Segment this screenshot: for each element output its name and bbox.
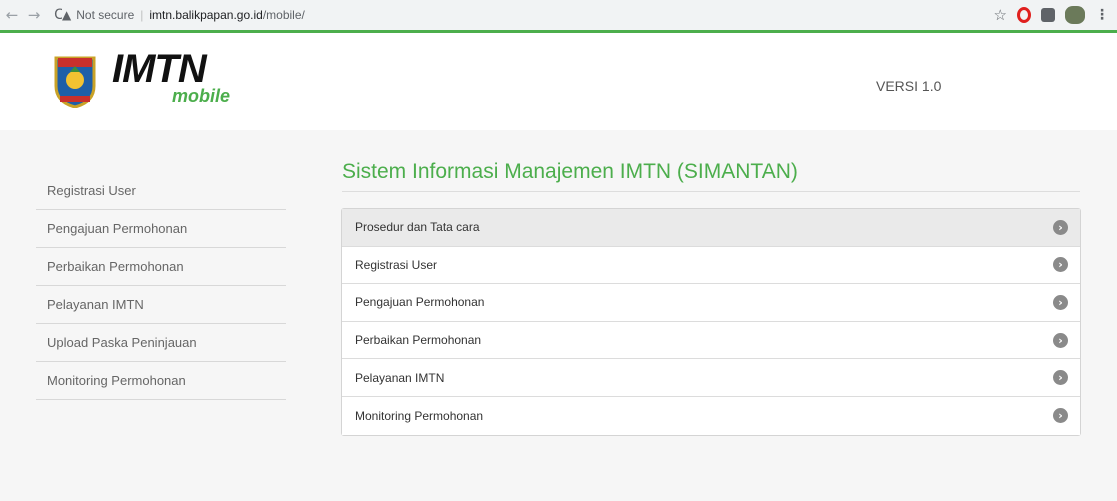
sidebar-item-monitoring-permohonan[interactable]: Monitoring Permohonan xyxy=(36,362,286,400)
logo-subtitle: mobile xyxy=(172,86,231,106)
chevron-right-icon: › xyxy=(1053,294,1068,310)
list-item-label: Registrasi User xyxy=(355,257,438,272)
sidebar-item-perbaikan-permohonan[interactable]: Perbaikan Permohonan xyxy=(36,248,286,286)
list-item-label: Perbaikan Permohonan xyxy=(355,333,482,348)
chevron-right-icon: › xyxy=(1053,257,1068,273)
sidebar-item-pengajuan-permohonan[interactable]: Pengajuan Permohonan xyxy=(36,210,286,248)
sidebar-item-label: Pengajuan Permohonan xyxy=(47,221,188,236)
profile-avatar[interactable] xyxy=(1065,6,1085,24)
menu-list: Prosedur dan Tata cara › Registrasi User… xyxy=(341,208,1081,436)
security-label[interactable]: Not secure xyxy=(76,8,134,22)
opera-extension-icon[interactable] xyxy=(1017,7,1031,23)
list-item-label: Pelayanan IMTN xyxy=(355,370,445,385)
warning-icon[interactable]: ▲ xyxy=(62,8,71,22)
sidebar-menu: Registrasi User Pengajuan Permohonan Per… xyxy=(36,172,286,400)
sidebar-item-label: Upload Paska Peninjauan xyxy=(47,335,197,350)
browser-toolbar: ← → C ▲ Not secure | imtn.balikpapan.go.… xyxy=(0,0,1117,30)
forward-arrow-icon[interactable]: → xyxy=(26,6,42,24)
sidebar-item-upload-paska-peninjauan[interactable]: Upload Paska Peninjauan xyxy=(36,324,286,362)
browser-menu-icon[interactable]: ⋮ xyxy=(1095,7,1109,23)
list-item-label: Prosedur dan Tata cara xyxy=(355,220,480,235)
sidebar-item-pelayanan-imtn[interactable]: Pelayanan IMTN xyxy=(36,286,286,324)
list-item-pelayanan-imtn[interactable]: Pelayanan IMTN › xyxy=(342,359,1080,397)
address-bar[interactable]: ▲ Not secure | imtn.balikpapan.go.id/mob… xyxy=(62,4,972,26)
city-seal-icon xyxy=(54,56,96,108)
bookmark-star-icon[interactable]: ☆ xyxy=(994,6,1007,24)
chevron-right-icon: › xyxy=(1053,370,1068,386)
list-item-label: Pengajuan Permohonan xyxy=(355,295,485,310)
sidebar-item-label: Pelayanan IMTN xyxy=(47,297,144,312)
list-item-monitoring-permohonan[interactable]: Monitoring Permohonan › xyxy=(342,396,1080,435)
extensions-puzzle-icon[interactable] xyxy=(1041,8,1055,22)
page-title: Sistem Informasi Manajemen IMTN (SIMANTA… xyxy=(342,160,798,183)
list-item-label: Monitoring Permohonan xyxy=(355,408,484,423)
address-separator: | xyxy=(140,8,144,22)
list-item-prosedur[interactable]: Prosedur dan Tata cara › xyxy=(342,209,1080,247)
list-item-perbaikan-permohonan[interactable]: Perbaikan Permohonan › xyxy=(342,321,1080,360)
list-item-registrasi-user[interactable]: Registrasi User › xyxy=(342,246,1080,285)
version-label: VERSI 1.0 xyxy=(876,78,942,94)
title-divider xyxy=(342,191,1080,192)
chevron-right-icon: › xyxy=(1053,408,1068,424)
sidebar-item-registrasi-user[interactable]: Registrasi User xyxy=(36,172,286,210)
sidebar-item-label: Registrasi User xyxy=(47,183,136,198)
list-item-pengajuan-permohonan[interactable]: Pengajuan Permohonan › xyxy=(342,284,1080,322)
site-header: IMTN mobile VERSI 1.0 xyxy=(0,33,1117,130)
url-host[interactable]: imtn.balikpapan.go.id xyxy=(149,8,262,22)
site-logo[interactable]: IMTN mobile xyxy=(52,47,242,109)
chevron-right-icon: › xyxy=(1053,219,1068,235)
back-arrow-icon[interactable]: ← xyxy=(4,6,20,24)
sidebar-item-label: Monitoring Permohonan xyxy=(47,373,186,388)
url-path[interactable]: /mobile/ xyxy=(263,8,305,22)
chevron-right-icon: › xyxy=(1053,332,1068,348)
sidebar-item-label: Perbaikan Permohonan xyxy=(47,259,184,274)
